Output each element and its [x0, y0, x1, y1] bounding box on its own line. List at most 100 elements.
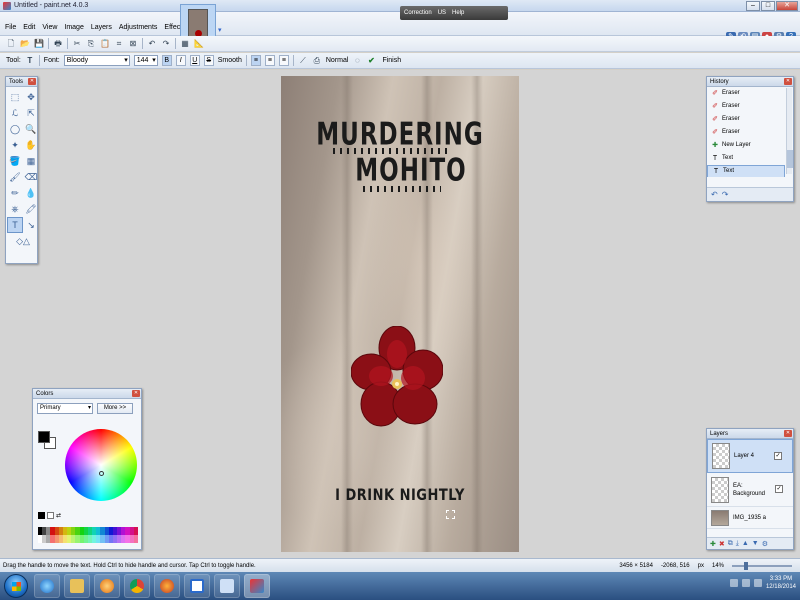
start-button[interactable]	[4, 574, 28, 598]
media-player-icon[interactable]	[94, 574, 120, 598]
layer-row[interactable]: EA: Background ✓	[707, 473, 793, 507]
color-picker-tool-icon[interactable]: 💧	[24, 186, 38, 200]
file-explorer-icon[interactable]	[64, 574, 90, 598]
duplicate-layer-icon[interactable]: ⧉	[728, 540, 733, 548]
menu-file[interactable]: File	[5, 24, 16, 31]
history-item[interactable]: ✐ Eraser	[707, 126, 785, 139]
text-move-handle[interactable]	[446, 510, 455, 519]
line-curve-tool-icon[interactable]: ↘	[24, 218, 38, 232]
minimize-button[interactable]: –	[746, 1, 760, 11]
lasso-select-tool-icon[interactable]: ℒ	[8, 106, 22, 120]
menu-view[interactable]: View	[42, 24, 57, 31]
menu-edit[interactable]: Edit	[23, 24, 35, 31]
chrome-icon[interactable]	[124, 574, 150, 598]
primary-color-swatch[interactable]	[38, 431, 50, 443]
units-select[interactable]: px	[698, 563, 704, 569]
finish-button[interactable]: Finish	[382, 57, 401, 64]
font-size-select[interactable]: 144	[133, 55, 158, 66]
layers-window-header[interactable]: Layers ✕	[707, 429, 793, 439]
palette-swatch[interactable]	[133, 527, 138, 535]
cut-icon[interactable]: ✂	[72, 39, 82, 49]
crop-icon[interactable]: ⌗	[114, 39, 124, 49]
help-label[interactable]: Help	[452, 10, 464, 16]
clone-stamp-tool-icon[interactable]: ⎈	[8, 202, 22, 216]
save-icon[interactable]: 💾	[34, 39, 44, 49]
move-layer-down-icon[interactable]: ▼	[752, 540, 759, 547]
swap-colors-icon[interactable]: ⇄	[56, 512, 61, 519]
color-swatches[interactable]	[38, 431, 60, 457]
history-undo-icon[interactable]: ↶	[711, 190, 718, 199]
merge-layer-down-icon[interactable]: ⤓	[736, 540, 739, 548]
print-icon[interactable]: 🖶	[53, 39, 63, 49]
zoom-slider[interactable]	[732, 561, 792, 570]
layer-row-selected[interactable]: Layer 4 ✓	[707, 439, 793, 473]
history-close-button[interactable]: ✕	[784, 78, 792, 85]
color-wheel-cursor[interactable]	[99, 471, 104, 476]
copy-icon[interactable]: ⎘	[86, 39, 96, 49]
undo-icon[interactable]: ↶	[147, 39, 157, 49]
magic-wand-tool-icon[interactable]: ✦	[8, 138, 22, 152]
pan-tool-icon[interactable]: ✋	[24, 138, 38, 152]
image-list-arrow-icon[interactable]: ▾	[218, 26, 222, 34]
history-window-header[interactable]: History ✕	[707, 77, 793, 87]
maximize-button[interactable]: □	[761, 1, 775, 11]
color-mode-select[interactable]: Primary	[37, 403, 93, 414]
text-tool-icon[interactable]: T	[7, 217, 23, 233]
colors-window-header[interactable]: Colors ✕	[33, 389, 141, 399]
redo-icon[interactable]: ↷	[161, 39, 171, 49]
history-item[interactable]: ✐ Eraser	[707, 87, 785, 100]
move-selection-tool-icon[interactable]: ⇱	[24, 106, 38, 120]
internet-explorer-icon[interactable]	[34, 574, 60, 598]
zoom-readout[interactable]: 14%	[712, 563, 724, 569]
history-item[interactable]: ✐ Eraser	[707, 113, 785, 126]
align-left-button[interactable]: ≡	[250, 55, 261, 66]
paint-icon[interactable]	[214, 574, 240, 598]
tools-window-header[interactable]: Tools ✕	[6, 77, 37, 87]
blend-mode-select[interactable]: Normal	[326, 57, 349, 64]
history-item-selected[interactable]: T Text	[707, 165, 785, 177]
open-file-icon[interactable]: 📂	[20, 39, 30, 49]
antialiasing-select[interactable]: Smooth	[218, 57, 242, 64]
paint-net-taskbar-icon[interactable]	[244, 574, 270, 598]
volume-icon[interactable]	[753, 579, 762, 587]
default-white-swatch[interactable]	[47, 512, 54, 519]
color-wheel[interactable]	[65, 429, 137, 501]
history-item[interactable]: ✚ New Layer	[707, 139, 785, 152]
history-redo-icon[interactable]: ↷	[722, 190, 729, 199]
ellipse-select-tool-icon[interactable]: ◯	[8, 122, 22, 136]
underline-button[interactable]: U	[189, 55, 200, 66]
eraser-tool-icon[interactable]: ⌫	[24, 170, 38, 184]
layers-close-button[interactable]: ✕	[784, 430, 792, 437]
tools-close-button[interactable]: ✕	[28, 78, 36, 85]
gradient-tool-icon[interactable]: ▦	[24, 154, 38, 168]
selection-mode-icon[interactable]: ◌	[352, 56, 362, 66]
align-center-button[interactable]: ≡	[264, 55, 275, 66]
tray-arrow-icon[interactable]	[729, 579, 738, 587]
history-scrollbar[interactable]	[786, 88, 793, 174]
color-palette-strip[interactable]	[38, 527, 138, 543]
layer-visibility-checkbox[interactable]: ✓	[775, 485, 783, 493]
system-clock[interactable]: 3:33 PM 12/18/2014	[766, 575, 796, 591]
ruler-icon[interactable]: 📐	[194, 39, 204, 49]
language-label[interactable]: US	[438, 10, 446, 16]
paint-bucket-tool-icon[interactable]: 🪣	[8, 154, 22, 168]
history-scrollbar-thumb[interactable]	[787, 150, 793, 168]
correction-label[interactable]: Correction	[404, 10, 432, 16]
close-window-button[interactable]: ✕	[776, 1, 798, 11]
more-colors-button[interactable]: More >>	[97, 403, 133, 414]
strikethrough-button[interactable]: S	[203, 55, 214, 66]
text-tool-icon[interactable]: T	[25, 56, 35, 66]
zoom-tool-icon[interactable]: 🔍	[24, 122, 38, 136]
font-family-select[interactable]: Bloody	[63, 55, 130, 66]
history-item[interactable]: T Text	[707, 152, 785, 165]
image-canvas[interactable]: MURDERING MOHITO I DRINK NIGHTLY	[281, 76, 519, 552]
network-icon[interactable]	[741, 579, 750, 587]
paste-icon[interactable]: 📋	[100, 39, 110, 49]
antialias-icon[interactable]: ⟋	[298, 56, 308, 66]
word-document-icon[interactable]	[184, 574, 210, 598]
default-black-swatch[interactable]	[38, 512, 45, 519]
bold-button[interactable]: B	[161, 55, 172, 66]
rectangle-select-tool-icon[interactable]: ⬚	[8, 90, 22, 104]
move-selected-tool-icon[interactable]: ✥	[24, 90, 38, 104]
paintbrush-tool-icon[interactable]: 🖌	[8, 170, 22, 184]
